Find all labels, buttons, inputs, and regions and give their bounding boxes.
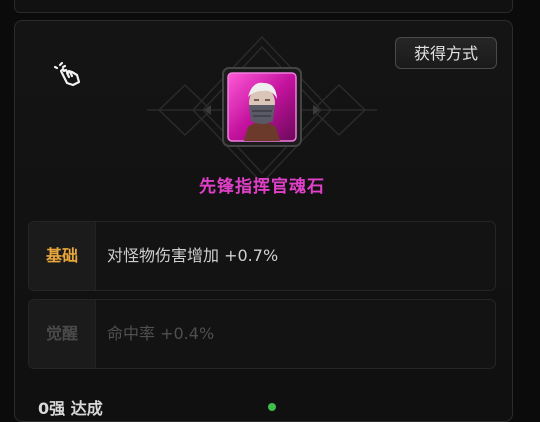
stat-value-awaken: 命中率 +0.4%	[107, 324, 215, 343]
item-name: 先锋指挥官魂石	[199, 177, 325, 197]
previous-panel-edge	[14, 0, 513, 13]
stat-row-basic: 基础 对怪物伤害增加 +0.7%	[28, 221, 496, 291]
tap-hand-icon[interactable]	[50, 58, 86, 94]
stat-value-basic: 对怪物伤害增加 +0.7%	[107, 246, 279, 265]
stat-label-basic: 基础	[29, 222, 96, 290]
stat-row-awaken: 觉醒 命中率 +0.4%	[28, 299, 496, 369]
stat-label-awaken: 觉醒	[29, 300, 96, 368]
enhance-status-text: 0强 达成	[38, 399, 103, 418]
acquire-method-button[interactable]: 获得方式	[395, 37, 497, 69]
status-dot-icon	[268, 403, 276, 411]
masked-commander-portrait	[222, 67, 302, 147]
